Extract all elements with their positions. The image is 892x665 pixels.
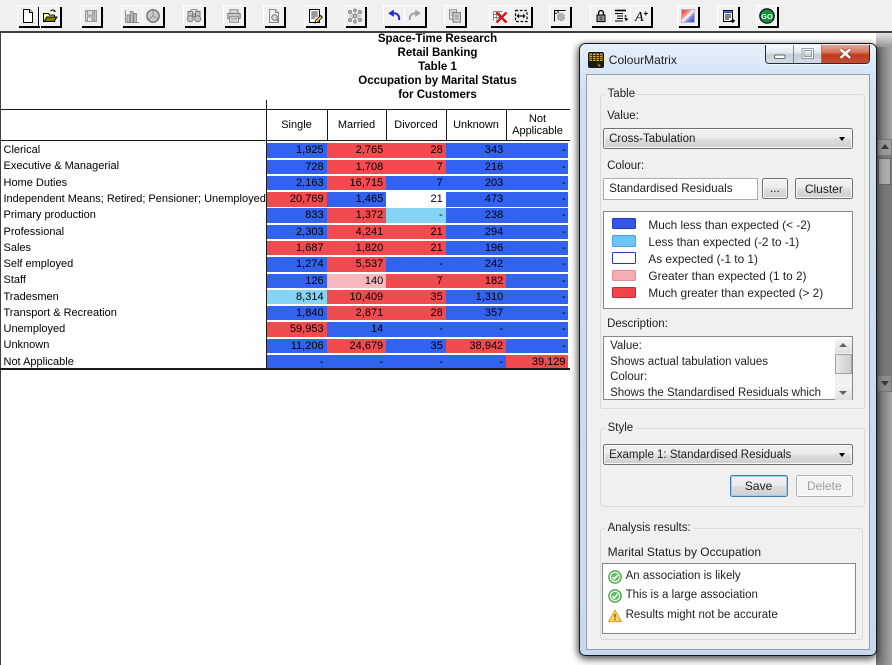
svg-text:GO: GO xyxy=(761,12,773,21)
svg-text:A: A xyxy=(634,10,644,24)
